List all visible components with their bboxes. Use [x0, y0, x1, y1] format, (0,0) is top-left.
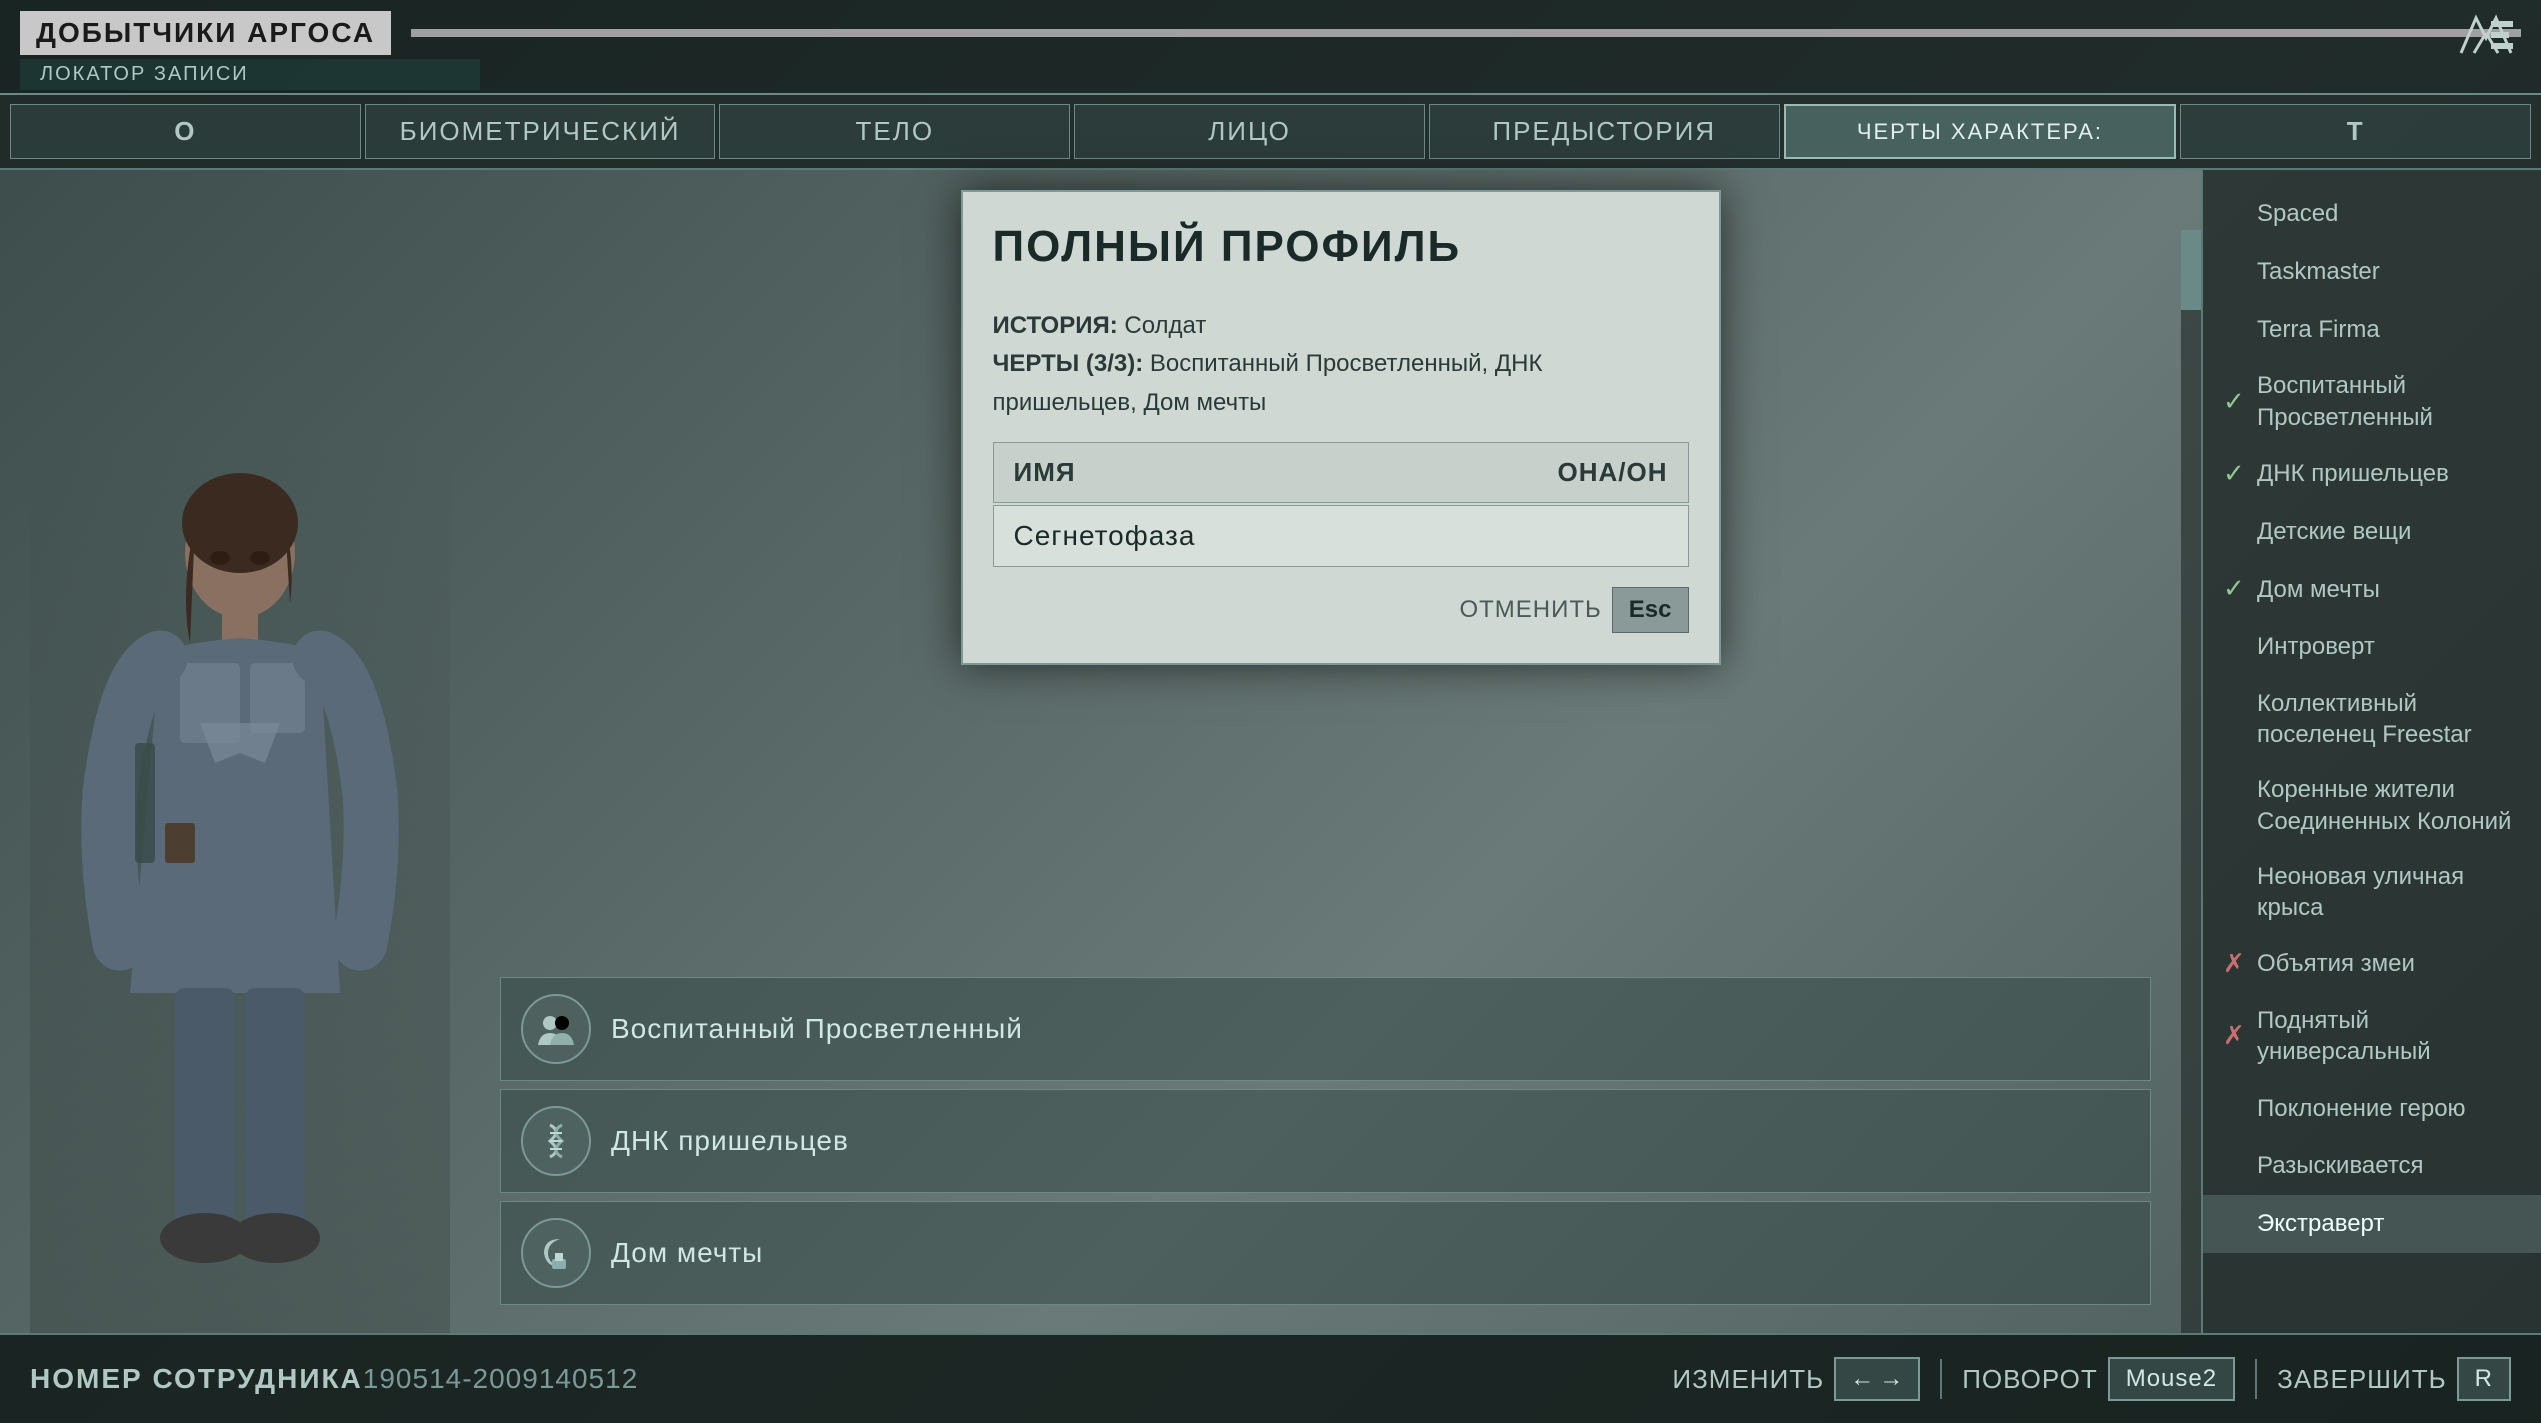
trait-icon-people [521, 994, 591, 1064]
sidebar-label-3: Воспитанный Просветленный [2257, 372, 2433, 430]
tab-body[interactable]: ТЕЛО [719, 104, 1070, 159]
ae-logo [2451, 10, 2521, 60]
nav-tabs: O БИОМЕТРИЧЕСКИЙ ТЕЛО ЛИЦО ПРЕДЫСТОРИЯ Ч… [0, 95, 2541, 170]
check-6: ✓ [2223, 572, 2247, 606]
rotation-label: ПОВОРОТ [1962, 1364, 2098, 1395]
check-4: ✓ [2223, 457, 2247, 491]
right-sidebar: ✓ Spaced ✓ Taskmaster ✓ Terra Firma ✓ Во… [2201, 170, 2541, 1333]
employee-label: НОМЕР СОТРУДНИКА [30, 1363, 363, 1395]
employee-section: НОМЕР СОТРУДНИКА 190514-2009140512 [30, 1363, 638, 1395]
trait-item-0[interactable]: Воспитанный Просветленный [500, 977, 2151, 1081]
sidebar-item-wanted[interactable]: ✓ Разыскивается [2203, 1137, 2541, 1195]
tab-traits[interactable]: ЧЕРТЫ ХАРАКТЕРА: [1784, 104, 2177, 159]
traits-list: Воспитанный Просветленный ДНК пришельцев [500, 977, 2151, 1313]
modal-name-section: ИМЯ ОНА/ОН Сегнетофаза [993, 442, 1689, 567]
sidebar-label-11: Объятия змеи [2257, 948, 2415, 979]
cancel-key[interactable]: Esc [1612, 587, 1689, 633]
sidebar-label-10: Неоновая уличная крыса [2257, 861, 2521, 923]
app-title: ДОБЫТЧИКИ АРГОСА [20, 11, 391, 55]
sidebar-label-13: Поклонение герою [2257, 1093, 2466, 1124]
trait-icon-moon [521, 1218, 591, 1288]
sidebar-item-vospitannyy[interactable]: ✓ Воспитанный Просветленный [2203, 358, 2541, 444]
finish-action: ЗАВЕРШИТЬ R [2277, 1357, 2511, 1401]
traits-label: ЧЕРТЫ (3/3): [993, 350, 1144, 377]
check-3: ✓ [2223, 385, 2247, 419]
trait-name-1: ДНК пришельцев [611, 1125, 849, 1157]
sidebar-label-0: Spaced [2257, 198, 2338, 229]
sidebar-label-15: Экстраверт [2257, 1208, 2384, 1239]
sidebar-item-dnk[interactable]: ✓ ДНК пришельцев [2203, 445, 2541, 503]
trait-name-2: Дом мечты [611, 1237, 763, 1269]
app-subtitle: ЛОКАТОР ЗАПИСИ [20, 59, 480, 90]
sidebar-item-kollektivnyy[interactable]: ✓ Коллективный поселенец Freestar [2203, 676, 2541, 762]
tab-key-right[interactable]: T [2180, 104, 2531, 159]
trait-item-1[interactable]: ДНК пришельцев [500, 1089, 2151, 1193]
name-column-header: ИМЯ [994, 443, 1538, 502]
history-value: Солдат [1124, 312, 1206, 339]
modal-info: ИСТОРИЯ: Солдат ЧЕРТЫ (3/3): Воспитанный… [993, 307, 1689, 422]
change-label: ИЗМЕНИТЬ [1672, 1364, 1824, 1395]
finish-label: ЗАВЕРШИТЬ [2277, 1364, 2447, 1395]
tab-backstory[interactable]: ПРЕДЫСТОРИЯ [1429, 104, 1780, 159]
rotation-action: ПОВОРОТ Mouse2 [1962, 1357, 2235, 1401]
sidebar-label-1: Taskmaster [2257, 256, 2380, 287]
sidebar-item-taskmaster[interactable]: ✓ Taskmaster [2203, 243, 2541, 301]
history-label: ИСТОРИЯ: [993, 312, 1118, 339]
scroll-thumb[interactable] [2181, 230, 2201, 310]
sidebar-item-extrovert[interactable]: ✓ Экстраверт [2203, 1195, 2541, 1253]
sidebar-label-12: Поднятый универсальный [2257, 1007, 2431, 1065]
top-bar: ДОБЫТЧИКИ АРГОСА ЛОКАТОР ЗАПИСИ [0, 0, 2541, 95]
sidebar-label-9: Коренные жители Соединенных Колоний [2257, 776, 2511, 834]
sidebar-label-8: Коллективный поселенец Freestar [2257, 690, 2472, 748]
sidebar-label-4: ДНК пришельцев [2257, 458, 2449, 489]
full-profile-modal: ПОЛНЫЙ ПРОФИЛЬ ИСТОРИЯ: Солдат ЧЕРТЫ (3/… [961, 190, 1721, 665]
change-action: ИЗМЕНИТЬ ← → [1672, 1357, 1920, 1401]
sidebar-item-hero[interactable]: ✓ Поклонение герою [2203, 1079, 2541, 1137]
character-silhouette [30, 433, 450, 1333]
bottom-bar: НОМЕР СОТРУДНИКА 190514-2009140512 ИЗМЕН… [0, 1333, 2541, 1423]
cross-12: ✗ [2223, 1019, 2247, 1053]
arrow-left-key: ← [1850, 1365, 1875, 1393]
modal-title: ПОЛНЫЙ ПРОФИЛЬ [993, 222, 1689, 287]
center-panel: Экстраверт ПОЛНЫЙ ПРОФИЛЬ ИСТОРИЯ: Солда… [480, 170, 2201, 1333]
sidebar-item-spaced[interactable]: ✓ Spaced [2203, 185, 2541, 243]
character-view [0, 170, 480, 1333]
pronoun-column-header: ОНА/ОН [1538, 443, 1688, 502]
trait-name-0: Воспитанный Просветленный [611, 1013, 1023, 1045]
sidebar-item-neon[interactable]: ✓ Неоновая уличная крыса [2203, 849, 2541, 935]
divider-1 [1940, 1359, 1942, 1399]
modal-name-value[interactable]: Сегнетофаза [993, 505, 1689, 567]
tab-face[interactable]: ЛИЦО [1074, 104, 1425, 159]
sidebar-item-introvert[interactable]: ✓ Интроверт [2203, 618, 2541, 676]
bottom-actions: ИЗМЕНИТЬ ← → ПОВОРОТ Mouse2 ЗАВЕРШИТЬ R [1672, 1357, 2511, 1401]
sidebar-label-7: Интроверт [2257, 631, 2375, 662]
sidebar-label-14: Разыскивается [2257, 1150, 2424, 1181]
sidebar-item-universal[interactable]: ✗ Поднятый универсальный [2203, 993, 2541, 1079]
modal-footer: ОТМЕНИТЬ Esc [993, 587, 1689, 633]
trait-icon-dna [521, 1106, 591, 1176]
sidebar-item-terra-firma[interactable]: ✓ Terra Firma [2203, 301, 2541, 359]
cancel-label: ОТМЕНИТЬ [1459, 596, 1601, 624]
cross-11: ✗ [2223, 947, 2247, 981]
arrow-right-key: → [1879, 1365, 1904, 1393]
sidebar-item-korennye[interactable]: ✓ Коренные жители Соединенных Колоний [2203, 762, 2541, 848]
divider-2 [2255, 1359, 2257, 1399]
tab-biometric[interactable]: БИОМЕТРИЧЕСКИЙ [365, 104, 716, 159]
main-content: Экстраверт ПОЛНЫЙ ПРОФИЛЬ ИСТОРИЯ: Солда… [0, 170, 2541, 1333]
trait-item-2[interactable]: Дом мечты [500, 1201, 2151, 1305]
sidebar-item-dom-mechty[interactable]: ✓ Дом мечты [2203, 560, 2541, 618]
title-bar-line [411, 29, 2521, 37]
sidebar-label-5: Детские вещи [2257, 516, 2411, 547]
finish-key[interactable]: R [2457, 1357, 2511, 1401]
tab-key-left[interactable]: O [10, 104, 361, 159]
employee-number: 190514-2009140512 [363, 1363, 638, 1395]
sidebar-label-6: Дом мечты [2257, 574, 2380, 605]
sidebar-label-2: Terra Firma [2257, 314, 2380, 345]
scroll-indicator [2181, 230, 2201, 1333]
sidebar-item-snake[interactable]: ✗ Объятия змеи [2203, 935, 2541, 993]
rotation-key[interactable]: Mouse2 [2108, 1357, 2235, 1401]
modal-name-header-row: ИМЯ ОНА/ОН [993, 442, 1689, 503]
change-keys[interactable]: ← → [1834, 1357, 1920, 1401]
sidebar-item-detskie[interactable]: ✓ Детские вещи [2203, 503, 2541, 561]
